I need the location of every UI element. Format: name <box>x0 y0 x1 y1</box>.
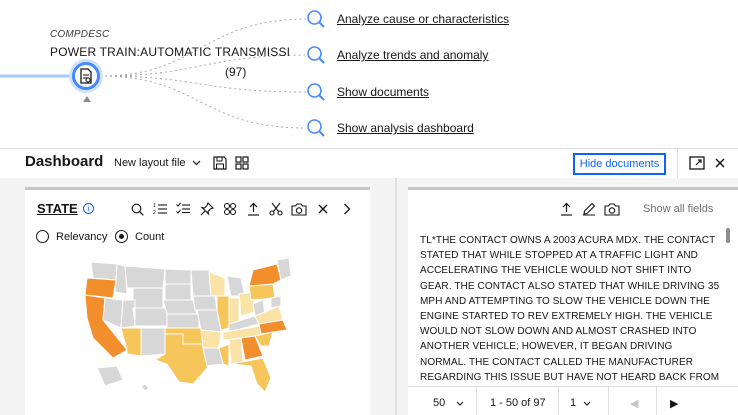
svg-text:2: 2 <box>153 210 156 216</box>
info-icon[interactable]: i <box>83 203 94 214</box>
checklist-icon[interactable] <box>175 201 191 217</box>
node-caret-icon[interactable] <box>83 96 91 102</box>
radio-dot-selected[interactable] <box>115 230 128 243</box>
radio-label: Relevancy <box>56 230 108 243</box>
chevron-down-icon <box>192 160 200 166</box>
search-icon <box>307 119 325 137</box>
header-divider <box>677 149 678 179</box>
state-wa[interactable] <box>90 261 118 281</box>
state-ks[interactable] <box>166 313 200 329</box>
state-co[interactable] <box>134 307 168 327</box>
field-value: POWER TRAIN:AUTOMATIC TRANSMISSI <box>50 45 291 59</box>
show-all-fields-link[interactable]: Show all fields <box>643 203 713 215</box>
grid-icon[interactable] <box>233 154 251 172</box>
layout-file-select[interactable]: New layout file <box>114 157 201 169</box>
link-dashboard <box>99 75 307 129</box>
analysis-graph: COMPDESC POWER TRAIN:AUTOMATIC TRANSMISS… <box>0 0 738 148</box>
state-sd[interactable] <box>164 283 192 301</box>
close-icon[interactable] <box>711 154 729 172</box>
action-show-documents[interactable]: Show documents <box>306 81 429 103</box>
link-icon[interactable] <box>222 201 238 217</box>
state-hi[interactable] <box>140 383 150 392</box>
cut-icon[interactable] <box>268 201 284 217</box>
close-icon[interactable] <box>315 201 331 217</box>
state-or[interactable] <box>84 277 117 299</box>
panels-area: STATE i 12 Relevancy Count Show all fiel… <box>0 178 738 415</box>
pagination-bar: 50 1 - 50 of 97 1 ◀ ▶ <box>408 386 738 415</box>
search-icon <box>307 46 325 64</box>
state-title[interactable]: STATE <box>37 201 78 216</box>
state-mt[interactable] <box>124 265 166 289</box>
state-nd[interactable] <box>164 268 192 285</box>
state-ar[interactable] <box>200 329 222 349</box>
state-mn[interactable] <box>190 269 212 297</box>
sort-list-icon[interactable]: 12 <box>152 201 168 217</box>
state-ak[interactable] <box>96 365 124 387</box>
state-ny[interactable] <box>248 263 282 287</box>
document-icon <box>80 68 92 84</box>
search-icon <box>307 83 325 101</box>
action-analyze-cause[interactable]: Analyze cause or characteristics <box>306 8 509 30</box>
next-page-icon[interactable]: ▶ <box>670 397 678 410</box>
panel-splitter[interactable] <box>395 178 397 415</box>
state-fl[interactable] <box>230 357 272 393</box>
action-show-dashboard[interactable]: Show analysis dashboard <box>306 117 474 139</box>
popout-icon[interactable] <box>688 154 706 172</box>
document-node[interactable] <box>72 62 100 90</box>
hide-documents-button[interactable]: Hide documents <box>573 153 666 175</box>
action-label[interactable]: Analyze cause or characteristics <box>337 12 509 26</box>
state-nm[interactable] <box>140 327 166 357</box>
edit-icon[interactable] <box>581 201 597 217</box>
page-range: 1 - 50 of 97 <box>490 397 546 409</box>
chevron-down-icon[interactable] <box>456 401 464 406</box>
document-panel: Show all fields TL*THE CONTACT OWNS A 20… <box>408 187 738 415</box>
us-state-map[interactable] <box>83 258 293 398</box>
previous-page-icon[interactable]: ◀ <box>630 397 638 410</box>
dashboard-title: Dashboard <box>25 153 104 170</box>
radio-relevancy[interactable]: Relevancy <box>36 230 107 243</box>
action-analyze-trends[interactable]: Analyze trends and anomaly <box>306 44 488 66</box>
state-ut[interactable] <box>120 299 136 329</box>
state-ne[interactable] <box>162 299 198 315</box>
pin-icon[interactable] <box>199 201 215 217</box>
search-icon[interactable] <box>129 201 145 217</box>
pager-divider <box>656 387 657 415</box>
svg-text:1: 1 <box>153 203 156 209</box>
pager-divider <box>608 387 609 415</box>
pager-divider <box>558 387 559 415</box>
page-size-select[interactable]: 50 <box>433 397 445 409</box>
search-icon <box>307 10 325 28</box>
radio-label: Count <box>135 230 165 243</box>
layout-file-label: New layout file <box>114 157 186 169</box>
action-label[interactable]: Analyze trends and anomaly <box>337 48 488 62</box>
export-icon[interactable] <box>558 201 574 217</box>
state-panel: STATE i 12 Relevancy Count <box>25 187 370 415</box>
state-nj-md[interactable] <box>270 295 282 309</box>
dashboard-header: Dashboard New layout file Hide documents <box>0 148 738 179</box>
document-scrollbar[interactable] <box>725 228 731 378</box>
document-count: (97) <box>225 65 247 79</box>
state-wy[interactable] <box>132 287 164 309</box>
state-mi[interactable] <box>226 275 246 297</box>
state-al[interactable] <box>228 337 244 365</box>
state-wi[interactable] <box>208 271 226 297</box>
pager-divider <box>476 387 477 415</box>
page-number-select[interactable]: 1 <box>570 397 576 409</box>
document-text: TL*THE CONTACT OWNS A 2003 ACURA MDX. TH… <box>420 235 720 398</box>
action-label[interactable]: Show analysis dashboard <box>337 121 474 135</box>
field-label: COMPDESC <box>50 29 110 40</box>
chevron-down-icon[interactable] <box>583 401 591 406</box>
camera-icon[interactable] <box>604 201 620 217</box>
state-ia[interactable] <box>192 295 218 311</box>
radio-dot[interactable] <box>36 230 49 243</box>
camera-icon[interactable] <box>291 201 307 217</box>
scrollbar-thumb[interactable] <box>726 228 730 243</box>
chevron-right-icon[interactable] <box>339 201 355 217</box>
state-in[interactable] <box>228 297 240 325</box>
radio-count[interactable]: Count <box>115 230 164 243</box>
action-label[interactable]: Show documents <box>337 85 429 99</box>
save-icon[interactable] <box>211 154 229 172</box>
export-icon[interactable] <box>245 201 261 217</box>
